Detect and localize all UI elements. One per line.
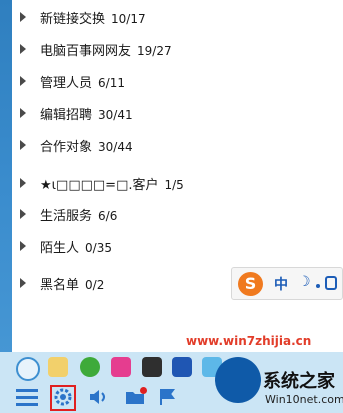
group-count: 30/44: [98, 139, 133, 154]
expand-arrow-icon: [20, 76, 26, 86]
expand-arrow-icon: [20, 278, 26, 288]
expand-arrow-icon: [20, 12, 26, 22]
watermark-text: www.win7zhijia.cn: [186, 334, 312, 348]
group-item[interactable]: 合作对象 30/44: [12, 129, 343, 161]
group-name: 新链接交换: [40, 11, 106, 27]
group-name: 合作对象: [40, 139, 93, 155]
group-label: 管理人员 6/11: [40, 72, 125, 91]
group-name: 管理人员: [40, 75, 93, 91]
expand-arrow-icon: [20, 209, 26, 219]
expand-arrow-icon: [20, 108, 26, 118]
expand-arrow-icon: [20, 140, 26, 150]
group-label: 生活服务 6/6: [40, 205, 117, 224]
group-item[interactable]: 陌生人 0/35: [12, 230, 343, 262]
flag-icon[interactable]: [158, 387, 178, 407]
gear-icon[interactable]: [53, 387, 73, 407]
pet-app-icon[interactable]: [48, 357, 68, 377]
group-name: 生活服务: [40, 208, 93, 224]
expand-arrow-icon: [20, 44, 26, 54]
game-app-icon[interactable]: [142, 357, 162, 377]
qzone-app-icon[interactable]: [16, 357, 40, 381]
dot-icon[interactable]: [316, 284, 320, 288]
group-item[interactable]: ★ι□□□□=□.客户 1/5: [12, 167, 343, 199]
ime-mode-toggle[interactable]: 中: [274, 274, 288, 294]
logo-emblem-icon: [215, 357, 261, 403]
group-count: 30/41: [98, 107, 133, 122]
group-label: 编辑招聘 30/41: [40, 104, 133, 123]
flower-app-icon[interactable]: [111, 357, 131, 377]
group-name: 黑名单: [40, 277, 80, 293]
group-item[interactable]: 编辑招聘 30/41: [12, 97, 343, 129]
punctuation-icon[interactable]: ☽: [298, 274, 311, 290]
group-item[interactable]: 新链接交换 10/17: [12, 1, 343, 33]
keyboard-icon[interactable]: [325, 276, 337, 290]
speaker-icon[interactable]: [88, 387, 108, 407]
site-logo-url: Win10net.com: [265, 393, 343, 406]
group-item[interactable]: 电脑百事网网友 19/27: [12, 33, 343, 65]
group-count: 6/11: [98, 75, 125, 90]
expand-arrow-icon: [20, 178, 26, 188]
group-label: ★ι□□□□=□.客户 1/5: [40, 174, 184, 193]
word-app-icon[interactable]: [172, 357, 192, 377]
group-count: 0/2: [85, 277, 105, 292]
site-logo-title: 系统之家: [263, 371, 335, 392]
sogou-logo-icon[interactable]: S: [238, 272, 263, 296]
group-label: 陌生人 0/35: [40, 237, 112, 256]
group-name: 电脑百事网网友: [40, 43, 132, 59]
group-label: 电脑百事网网友 19/27: [40, 40, 172, 59]
ime-toolbar[interactable]: S 中 ☽: [231, 267, 343, 300]
menu-icon[interactable]: [16, 387, 38, 407]
group-name: 编辑招聘: [40, 107, 93, 123]
notification-dot: [140, 387, 147, 394]
group-count: 6/6: [98, 208, 118, 223]
group-count: 0/35: [85, 240, 112, 255]
group-label: 合作对象 30/44: [40, 136, 133, 155]
group-count: 1/5: [164, 177, 184, 192]
group-name: 陌生人: [40, 240, 80, 256]
group-item[interactable]: 生活服务 6/6: [12, 198, 343, 230]
site-logo: 系统之家 Win10net.com: [215, 357, 343, 413]
group-item[interactable]: 管理人员 6/11: [12, 65, 343, 97]
group-label: 新链接交换 10/17: [40, 8, 146, 27]
music-app-icon[interactable]: [80, 357, 100, 377]
group-count: 10/17: [111, 11, 146, 26]
group-count: 19/27: [137, 43, 172, 58]
group-label: 黑名单 0/2: [40, 274, 104, 293]
expand-arrow-icon: [20, 241, 26, 251]
group-name: ★ι□□□□=□.客户: [40, 177, 159, 193]
